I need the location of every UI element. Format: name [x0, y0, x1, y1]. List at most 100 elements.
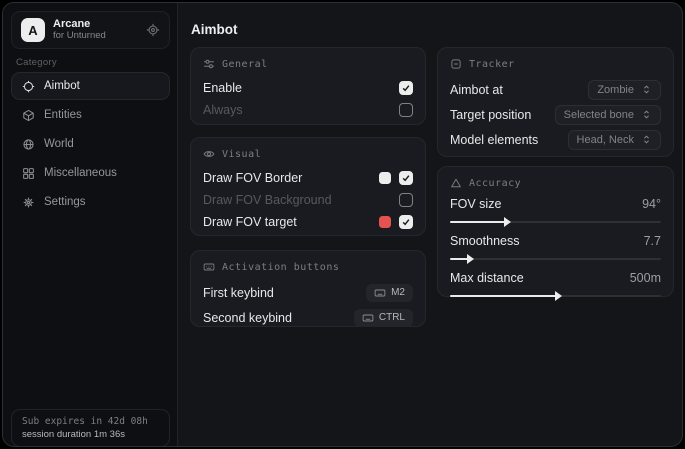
scan-target-icon	[450, 58, 462, 70]
setting-label: Max distance	[450, 271, 524, 285]
brand-header: A Arcane for Unturned	[11, 11, 170, 49]
color-swatch[interactable]	[379, 216, 391, 228]
slider-fill	[450, 221, 505, 223]
brand-name: Arcane	[53, 18, 138, 31]
keybind-value: CTRL	[379, 312, 405, 323]
setting-row-model-elements: Model elements Head, Neck	[450, 127, 661, 152]
setting-label: Target position	[450, 108, 531, 122]
aimbot-at-dropdown[interactable]: Zombie	[588, 80, 661, 100]
max-distance-slider[interactable]	[450, 295, 661, 297]
setting-row-fov-border: Draw FOV Border	[203, 167, 413, 189]
slider-value: 7.7	[644, 234, 661, 248]
sidebar-item-label: Settings	[44, 196, 86, 208]
check-icon	[401, 83, 411, 93]
sidebar-item-label: World	[44, 138, 74, 150]
check-icon	[401, 173, 411, 183]
sidebar-nav: Aimbot Entities World	[11, 72, 170, 217]
slider-labels: Smoothness 7.7	[450, 233, 661, 249]
keyboard-icon	[374, 287, 386, 299]
second-keybind-button[interactable]: CTRL	[354, 309, 413, 327]
gear-icon	[22, 196, 35, 209]
setting-row-second-keybind: Second keybind CTRL	[203, 305, 413, 330]
chevron-up-down-icon	[641, 134, 652, 145]
fov-target-checkbox[interactable]	[399, 215, 413, 229]
slider-labels: Max distance 500m	[450, 270, 661, 286]
screen: A Arcane for Unturned Category	[0, 0, 685, 449]
session-duration-text: session duration 1m 36s	[22, 429, 159, 440]
grid-icon	[22, 167, 35, 180]
eye-icon	[203, 148, 215, 160]
subscription-info: Sub expires in 42d 08h session duration …	[11, 409, 170, 447]
card-tracker-header: Tracker	[450, 58, 661, 70]
setting-label: Model elements	[450, 133, 538, 147]
card-visual: Visual Draw FOV Border Draw FOV Backgrou…	[190, 137, 426, 236]
card-title: General	[222, 59, 268, 70]
gear-icon[interactable]	[146, 23, 160, 37]
sidebar-item-settings[interactable]: Settings	[11, 188, 170, 216]
setting-row-fov-target: Draw FOV target	[203, 211, 413, 233]
always-checkbox[interactable]	[399, 103, 413, 117]
sidebar-item-label: Entities	[44, 109, 82, 121]
setting-row-aimbot-at: Aimbot at Zombie	[450, 77, 661, 102]
setting-row-first-keybind: First keybind M2	[203, 280, 413, 305]
slider-thumb[interactable]	[504, 217, 511, 227]
fov-size-slider[interactable]	[450, 221, 661, 223]
fov-border-checkbox[interactable]	[399, 171, 413, 185]
sidebar-item-aimbot[interactable]: Aimbot	[11, 72, 170, 100]
setting-row-target-position: Target position Selected bone	[450, 102, 661, 127]
slider-group-max-distance: Max distance 500m	[450, 270, 661, 297]
setting-label: Smoothness	[450, 234, 519, 248]
setting-label: Enable	[203, 81, 242, 95]
fov-background-checkbox[interactable]	[399, 193, 413, 207]
card-accuracy: Accuracy FOV size 94° Smoothness 7.7	[437, 166, 674, 297]
setting-label: Draw FOV target	[203, 215, 297, 229]
app-window: A Arcane for Unturned Category	[2, 2, 683, 447]
card-title: Activation buttons	[222, 262, 339, 273]
setting-row-always: Always	[203, 99, 413, 121]
brand-subtitle: for Unturned	[53, 31, 138, 42]
slider-fill	[450, 295, 556, 297]
sidebar-item-entities[interactable]: Entities	[11, 101, 170, 129]
sidebar-item-world[interactable]: World	[11, 130, 170, 158]
setting-row-enable: Enable	[203, 77, 413, 99]
sidebar-item-label: Aimbot	[44, 80, 80, 92]
card-activation-header: Activation buttons	[203, 261, 413, 273]
slider-group-smoothness: Smoothness 7.7	[450, 233, 661, 260]
setting-label: Draw FOV Background	[203, 193, 332, 207]
cube-icon	[22, 109, 35, 122]
enable-checkbox[interactable]	[399, 81, 413, 95]
dropdown-value: Zombie	[597, 84, 634, 96]
slider-fill	[450, 258, 468, 260]
card-title: Tracker	[469, 59, 515, 70]
card-visual-header: Visual	[203, 148, 413, 160]
sidebar-item-label: Miscellaneous	[44, 167, 117, 179]
setting-row-fov-background: Draw FOV Background	[203, 189, 413, 211]
card-general: General Enable Always	[190, 47, 426, 125]
dropdown-value: Selected bone	[564, 109, 634, 121]
triangle-icon	[450, 177, 462, 189]
target-position-dropdown[interactable]: Selected bone	[555, 105, 661, 125]
slider-value: 94°	[642, 197, 661, 211]
setting-label: Aimbot at	[450, 83, 503, 97]
slider-group-fov-size: FOV size 94°	[450, 196, 661, 223]
dropdown-value: Head, Neck	[577, 134, 634, 146]
color-swatch[interactable]	[379, 172, 391, 184]
setting-label: FOV size	[450, 197, 501, 211]
keyboard-icon	[203, 261, 215, 273]
smoothness-slider[interactable]	[450, 258, 661, 260]
sidebar-item-miscellaneous[interactable]: Miscellaneous	[11, 159, 170, 187]
slider-value: 500m	[630, 271, 661, 285]
slider-thumb[interactable]	[555, 291, 562, 301]
sliders-icon	[203, 58, 215, 70]
slider-thumb[interactable]	[467, 254, 474, 264]
first-keybind-button[interactable]: M2	[366, 284, 413, 302]
chevron-up-down-icon	[641, 84, 652, 95]
sub-expiry-text: Sub expires in 42d 08h	[22, 416, 159, 427]
app-logo: A	[21, 18, 45, 42]
model-elements-dropdown[interactable]: Head, Neck	[568, 130, 661, 150]
keybind-value: M2	[391, 287, 405, 298]
sidebar: A Arcane for Unturned Category	[3, 3, 178, 446]
crosshair-icon	[22, 80, 35, 93]
card-title: Accuracy	[469, 178, 521, 189]
card-title: Visual	[222, 149, 261, 160]
